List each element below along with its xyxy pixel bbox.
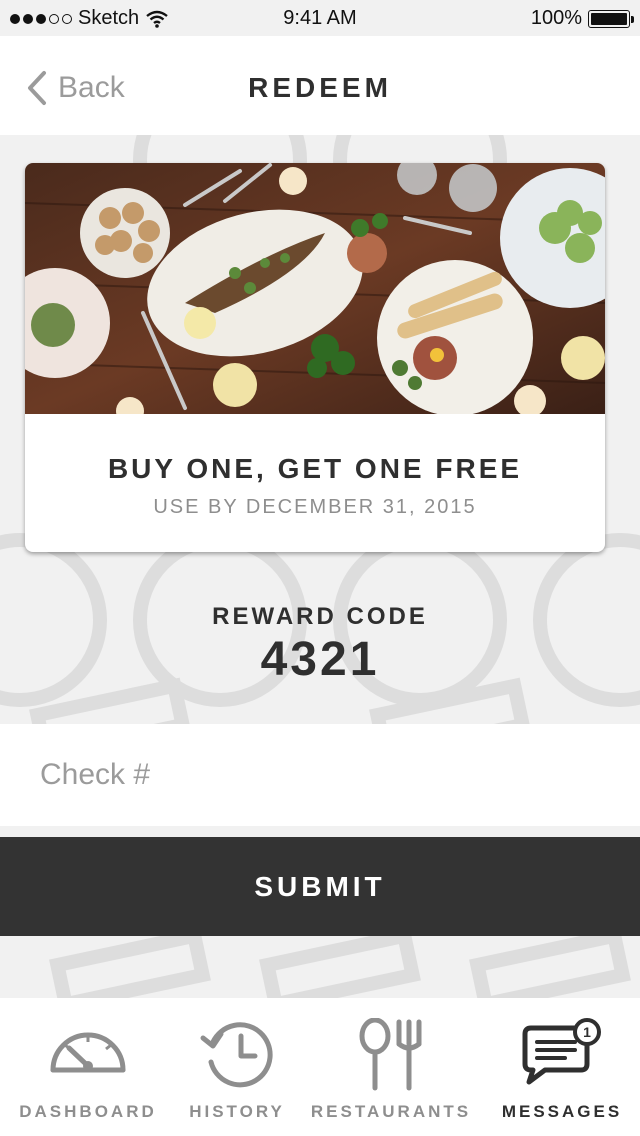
offer-title: BUY ONE, GET ONE FREE bbox=[107, 453, 523, 484]
offer-card[interactable]: BUY ONE, GET ONE FREE USE BY DECEMBER 31… bbox=[25, 163, 605, 552]
gauge-icon bbox=[50, 1032, 126, 1073]
battery-percent: 100% bbox=[530, 7, 582, 29]
tab-messages-label: MESSAGES bbox=[501, 1102, 623, 1121]
message-badge: 1 bbox=[583, 1024, 591, 1040]
check-number-row bbox=[0, 724, 640, 826]
status-battery-group: 100% bbox=[530, 7, 634, 30]
fork-spoon-icon bbox=[359, 1018, 422, 1091]
tab-history[interactable]: HISTORY bbox=[176, 998, 298, 1136]
offer-photo bbox=[25, 163, 605, 414]
status-bar: Sketch 9:41 AM 100% bbox=[0, 0, 640, 36]
page-title: REDEEM bbox=[248, 72, 392, 103]
reward-code-value: 4321 bbox=[260, 633, 380, 686]
message-icon: 1 bbox=[522, 1018, 601, 1085]
navigation-bar: Back REDEEM bbox=[0, 36, 640, 135]
tab-restaurants-label: RESTAURANTS bbox=[310, 1102, 472, 1121]
tab-bar: DASHBOARD HISTORY RESTAURANTS 1 MESSAGES bbox=[0, 998, 640, 1136]
reward-code-label: REWARD CODE bbox=[212, 603, 428, 630]
tab-dashboard[interactable]: DASHBOARD bbox=[0, 998, 176, 1136]
submit-button[interactable]: SUBMIT bbox=[0, 837, 640, 936]
tab-history-label: HISTORY bbox=[189, 1102, 285, 1121]
offer-expiry: USE BY DECEMBER 31, 2015 bbox=[153, 496, 477, 518]
tab-dashboard-label: DASHBOARD bbox=[19, 1102, 157, 1121]
check-number-input[interactable] bbox=[40, 752, 600, 798]
tab-messages[interactable]: 1 MESSAGES bbox=[484, 998, 640, 1136]
tab-restaurants[interactable]: RESTAURANTS bbox=[298, 998, 484, 1136]
history-icon bbox=[200, 1022, 273, 1088]
battery-icon bbox=[588, 9, 634, 28]
